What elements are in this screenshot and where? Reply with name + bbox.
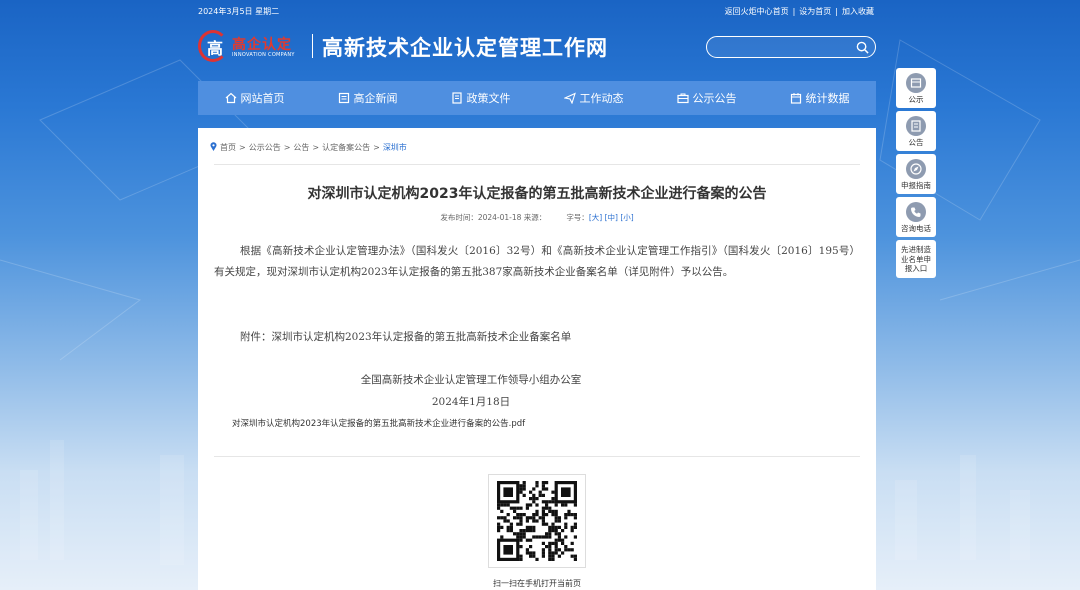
sidebar-label: 申报指南 xyxy=(901,181,931,190)
article-title: 对深圳市认定机构2023年认定报备的第五批高新技术企业进行备案的公告 xyxy=(307,186,767,202)
breadcrumb-public-notice[interactable]: 公示公告 xyxy=(249,143,281,152)
sidebar-label: 公示 xyxy=(908,95,924,104)
nav-policy[interactable]: 政策文件 xyxy=(424,81,537,115)
briefcase-icon xyxy=(676,93,689,104)
nav-announcements[interactable]: 公示公告 xyxy=(650,81,763,115)
sidebar-manufacturing-entry[interactable]: 先进制造业名单申报入口 xyxy=(896,240,936,278)
link-torch-home[interactable]: 返回火炬中心首页 xyxy=(725,7,789,16)
sidebar-announcement[interactable]: 公告 xyxy=(896,111,936,151)
signature-date: 2024年1月18日 xyxy=(431,396,511,408)
link-set-homepage[interactable]: 设为首页 xyxy=(799,7,831,16)
home-icon xyxy=(225,92,236,104)
breadcrumb-current[interactable]: 深圳市 xyxy=(383,143,407,152)
nav-work-updates[interactable]: 工作动态 xyxy=(537,81,650,115)
separator: > xyxy=(283,143,291,152)
qr-code-image xyxy=(497,481,577,561)
announcement-icon xyxy=(906,116,926,136)
nav-label: 高企新闻 xyxy=(353,92,398,105)
site-header: 高 高企认定 INNOVATION COMPANY 高新技术企业认定管理工作网 xyxy=(198,28,876,68)
search-icon[interactable] xyxy=(856,41,869,54)
qr-caption: 扫一扫在手机打开当前页 xyxy=(493,579,581,588)
font-size-large[interactable]: [大] xyxy=(589,213,602,222)
header-divider xyxy=(312,34,313,58)
link-add-favorite[interactable]: 加入收藏 xyxy=(842,7,874,16)
qr-code xyxy=(488,474,586,568)
font-size-label: 字号： xyxy=(566,213,589,222)
top-bar: 2024年3月5日 星期二 返回火炬中心首页 | 设为首页 | 加入收藏 xyxy=(198,6,876,20)
phone-icon xyxy=(906,202,926,222)
search-box[interactable] xyxy=(706,36,876,58)
top-links: 返回火炬中心首页 | 设为首页 | 加入收藏 xyxy=(723,6,876,17)
divider xyxy=(214,164,860,165)
sidebar-label: 咨询电话 xyxy=(901,224,931,233)
nav-label: 网站首页 xyxy=(240,92,285,105)
sidebar-guide[interactable]: 申报指南 xyxy=(896,154,936,194)
floating-sidebar: 公示 公告 申报指南 咨询电话 先进制造业名单申报入口 xyxy=(896,68,936,281)
logo-subtext: INNOVATION COMPANY xyxy=(232,52,295,58)
main-nav: 网站首页 高企新闻 政策文件 工作动态 公示公告 统计数据 xyxy=(198,81,876,115)
current-date: 2024年3月5日 星期二 xyxy=(198,7,280,16)
compass-icon xyxy=(906,159,926,179)
pdf-attachment-link[interactable]: 对深圳市认定机构2023年认定报备的第五批高新技术企业进行备案的公告.pdf xyxy=(232,417,525,429)
signature-org: 全国高新技术企业认定管理工作领导小组办公室 xyxy=(360,374,582,386)
attachment-note: 附件：深圳市认定机构2023年认定报备的第五批高新技术企业备案名单 xyxy=(240,331,572,343)
breadcrumb-record-announcement[interactable]: 认定备案公告 xyxy=(322,143,370,152)
publish-info: 发布时间：2024-01-18 来源： xyxy=(440,213,547,222)
breadcrumb-announcement[interactable]: 公告 xyxy=(293,143,309,152)
send-icon xyxy=(563,92,576,104)
sidebar-phone[interactable]: 咨询电话 xyxy=(896,197,936,237)
logo-text: 高企认定 xyxy=(232,37,292,53)
nav-news[interactable]: 高企新闻 xyxy=(311,81,424,115)
nav-label: 统计数据 xyxy=(805,92,850,105)
sidebar-label: 先进制造业名单申报入口 xyxy=(901,245,931,273)
sidebar-label: 公告 xyxy=(908,138,924,147)
divider xyxy=(214,456,860,457)
separator: | xyxy=(835,7,838,16)
breadcrumb-home[interactable]: 首页 xyxy=(220,143,236,152)
notice-icon xyxy=(906,73,926,93)
font-size-medium[interactable]: [中] xyxy=(605,213,618,222)
article-body: 根据《高新技术企业认定管理办法》（国科发火〔2016〕32号）和《高新技术企业认… xyxy=(214,245,860,278)
document-icon xyxy=(451,92,462,104)
nav-home[interactable]: 网站首页 xyxy=(198,81,311,115)
article-panel: 首页 > 公示公告 > 公告 > 认定备案公告 > 深圳市 对深圳市认定机构2023年认定报备的… xyxy=(198,128,876,590)
separator: > xyxy=(312,143,320,152)
article-meta: 发布时间：2024-01-18 来源： 字号：[大] [中] [小] xyxy=(198,212,876,223)
news-icon xyxy=(338,92,349,104)
nav-label: 政策文件 xyxy=(466,92,511,105)
nav-label: 工作动态 xyxy=(579,92,624,105)
nav-label: 公示公告 xyxy=(692,92,737,105)
breadcrumb: 首页 > 公示公告 > 公告 > 认定备案公告 > 深圳市 xyxy=(210,142,407,153)
font-size-small[interactable]: [小] xyxy=(620,213,633,222)
separator: | xyxy=(792,7,796,16)
location-pin-icon xyxy=(210,142,217,151)
search-input[interactable] xyxy=(717,40,857,54)
separator: > xyxy=(239,143,246,152)
calendar-icon xyxy=(790,93,801,104)
nav-statistics[interactable]: 统计数据 xyxy=(763,81,876,115)
logo-mark-char: 高 xyxy=(207,39,224,58)
site-title: 高新技术企业认定管理工作网 xyxy=(322,36,608,60)
separator: > xyxy=(373,143,380,152)
sidebar-public-notice[interactable]: 公示 xyxy=(896,68,936,108)
site-logo[interactable]: 高 高企认定 INNOVATION COMPANY xyxy=(198,30,302,64)
